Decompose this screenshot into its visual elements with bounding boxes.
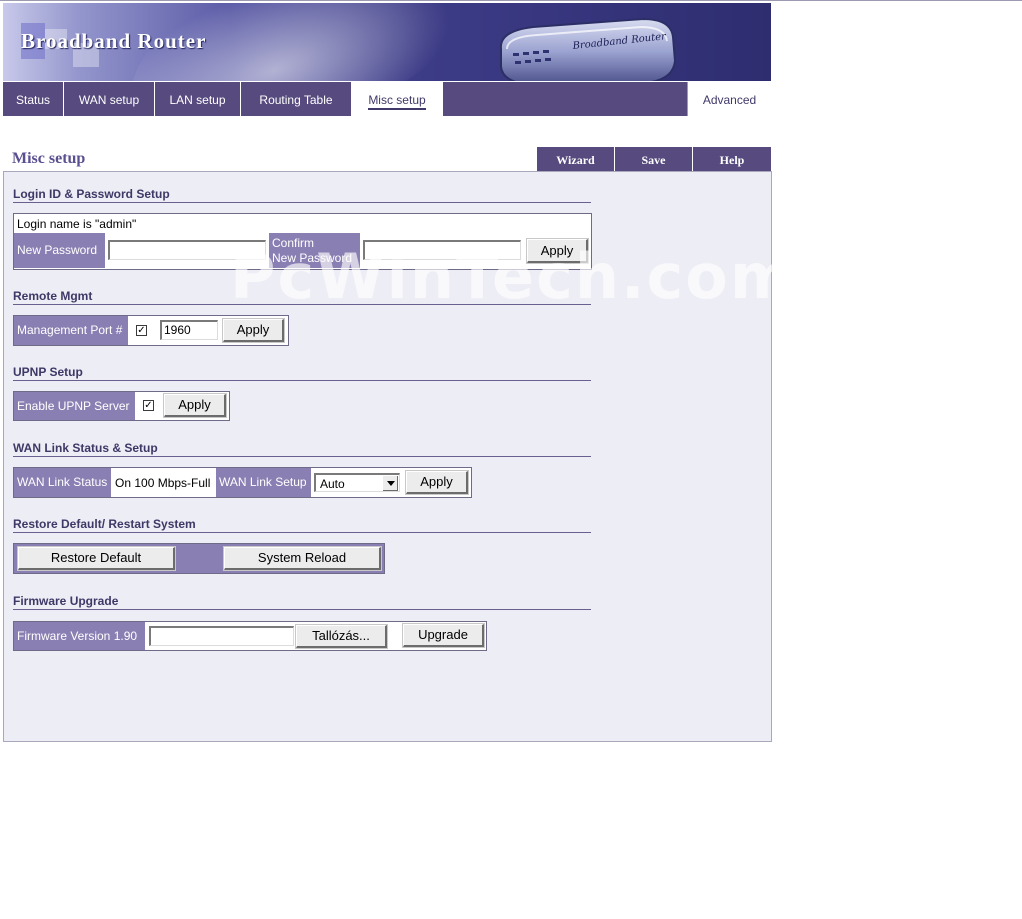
login-name-text: Login name is "admin" [17,217,137,231]
tab-misc-setup[interactable]: Misc setup [352,82,443,116]
wan-setup-label: WAN Link Setup [216,468,311,497]
login-apply-button[interactable]: Apply [526,238,589,264]
page-title: Misc setup [12,150,86,167]
management-port-label: Management Port # [14,316,128,345]
browse-button[interactable]: Tallózás... [295,624,388,649]
confirm-label-line-1: Confirm [272,236,315,250]
section-title-login: Login ID & Password Setup [13,187,591,203]
wizard-button[interactable]: Wizard [537,147,615,171]
banner: Broadband Router Broadband Router [3,3,771,81]
new-password-input[interactable] [108,240,266,260]
remote-box: Management Port # ✓ 1960 Apply [13,315,289,346]
save-button[interactable]: Save [615,147,693,171]
tab-routing-table[interactable]: Routing Table [241,82,352,116]
confirm-password-label: Confirm New Password [269,233,360,268]
wan-status-value: On 100 Mbps-Full [115,476,211,490]
wan-apply-button[interactable]: Apply [405,470,469,495]
tab-label: WAN setup [78,93,140,107]
remote-apply-button[interactable]: Apply [222,318,285,343]
management-port-input[interactable]: 1960 [160,320,218,340]
system-reload-button[interactable]: System Reload [223,546,382,571]
main-nav: Status WAN setup LAN setup Routing Table… [3,82,771,116]
upnp-label: Enable UPNP Server [14,392,135,420]
upnp-box: Enable UPNP Server ✓ Apply [13,391,230,421]
wan-status-label: WAN Link Status [14,468,111,497]
tab-lan-setup[interactable]: LAN setup [155,82,241,116]
firmware-file-input[interactable] [149,626,294,646]
router-device-icon: Broadband Router [499,17,677,81]
wan-box: WAN Link Status On 100 Mbps-Full WAN Lin… [13,467,472,498]
tab-label: Routing Table [259,93,333,107]
wan-setup-selected: Auto [320,477,345,491]
tab-label: Advanced [702,93,757,107]
remote-enable-checkbox[interactable]: ✓ [136,325,147,336]
tab-wan-setup[interactable]: WAN setup [64,82,155,116]
chevron-down-icon [383,476,398,491]
new-password-label: New Password [14,233,105,268]
tab-advanced[interactable]: Advanced [687,82,771,116]
tab-status[interactable]: Status [3,82,64,116]
firmware-version-label: Firmware Version 1.90 [14,622,145,650]
section-title-remote: Remote Mgmt [13,289,591,305]
tab-label: Status [15,93,51,107]
confirm-label-line-2: New Password [272,251,353,265]
section-title-upnp: UPNP Setup [13,365,591,381]
tab-label: LAN setup [169,93,226,107]
help-button[interactable]: Help [693,147,771,171]
wan-setup-select[interactable]: Auto [314,473,400,492]
restore-box: Restore Default System Reload [13,543,385,574]
upnp-enable-checkbox[interactable]: ✓ [143,400,154,411]
action-bar: Wizard Save Help [537,147,771,171]
top-border [0,0,1022,1]
login-box: Login name is "admin" New Password Confi… [13,213,592,270]
upgrade-button[interactable]: Upgrade [402,623,485,648]
banner-title: Broadband Router [21,29,207,53]
firmware-box: Firmware Version 1.90 Tallózás... Upgrad… [13,621,487,651]
tab-label: Misc setup [368,93,426,110]
upnp-apply-button[interactable]: Apply [163,393,227,418]
restore-default-button[interactable]: Restore Default [17,546,176,571]
section-title-wan: WAN Link Status & Setup [13,441,591,457]
section-title-firmware: Firmware Upgrade [13,594,591,610]
section-title-restore: Restore Default/ Restart System [13,517,591,533]
confirm-password-input[interactable] [363,240,521,260]
